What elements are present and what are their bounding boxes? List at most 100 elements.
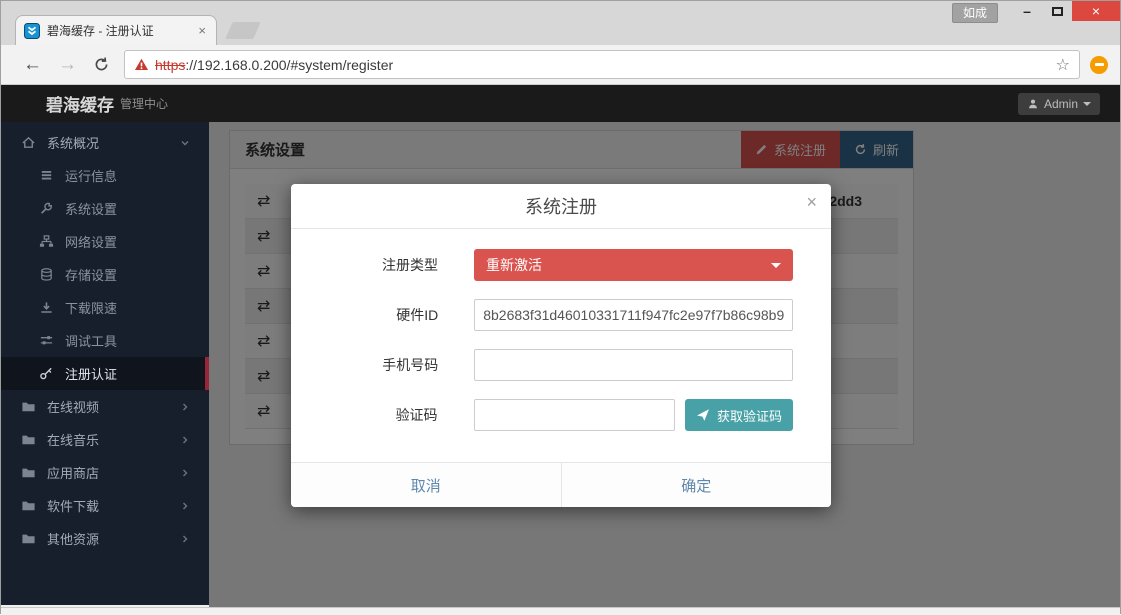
- caret-down-icon: [771, 263, 781, 268]
- sidebar-item-label: 软件下载: [47, 496, 99, 515]
- sidebar-item-label: 应用商店: [47, 463, 99, 482]
- favicon-download-icon: [24, 23, 40, 39]
- url-scheme-struck: https: [155, 57, 185, 73]
- confirm-button[interactable]: 确定: [562, 463, 832, 507]
- cancel-button[interactable]: 取消: [291, 463, 562, 507]
- captcha-row: 验证码 获取验证码: [329, 399, 793, 431]
- paper-plane-icon: [696, 408, 710, 422]
- adblock-extension-icon[interactable]: [1090, 56, 1108, 74]
- user-icon: [1027, 98, 1039, 110]
- bookmark-star-icon[interactable]: ☆: [1056, 55, 1070, 75]
- sidebar-item-system-settings[interactable]: 系统设置: [1, 192, 209, 225]
- database-icon: [39, 267, 55, 282]
- chevron-down-icon: [179, 137, 191, 149]
- close-window-button[interactable]: ×: [1072, 1, 1120, 21]
- web-page: 碧海缓存 管理中心 Admin 系统概况: [1, 85, 1120, 607]
- captcha-label: 验证码: [329, 405, 438, 425]
- sidebar-item-storage-settings[interactable]: 存储设置: [1, 258, 209, 291]
- sidebar-item-label: 在线音乐: [47, 430, 99, 449]
- sidebar-item-label: 在线视频: [47, 397, 99, 416]
- sitemap-icon: [39, 234, 55, 249]
- hardware-id-label: 硬件ID: [329, 305, 438, 325]
- chevron-right-icon: [179, 401, 191, 413]
- register-type-label: 注册类型: [329, 255, 438, 275]
- server-icon: [39, 168, 55, 183]
- folder-icon: [21, 465, 37, 480]
- sidebar-item-online-video[interactable]: 在线视频: [1, 390, 209, 423]
- modal-title: 系统注册: [525, 193, 597, 219]
- chevron-right-icon: [179, 500, 191, 512]
- admin-label: Admin: [1044, 97, 1078, 111]
- phone-row: 手机号码: [329, 349, 793, 381]
- minimize-button[interactable]: –: [1012, 1, 1042, 21]
- new-tab-button[interactable]: [225, 22, 261, 39]
- forward-button[interactable]: →: [50, 55, 85, 74]
- brand-subtitle: 管理中心: [120, 95, 168, 112]
- browser-tab[interactable]: 碧海缓存 - 注册认证 ×: [15, 15, 217, 45]
- sidebar-item-label: 系统设置: [65, 199, 117, 218]
- sidebar-item-label: 系统概况: [47, 133, 99, 152]
- sidebar-item-system-overview[interactable]: 系统概况: [1, 126, 209, 159]
- maximize-icon: [1052, 7, 1063, 16]
- brand-title: 碧海缓存: [46, 91, 114, 116]
- url-text: https://192.168.0.200/#system/register: [155, 57, 393, 73]
- chevron-right-icon: [179, 434, 191, 446]
- folder-icon: [21, 432, 37, 447]
- register-type-value: 重新激活: [486, 255, 542, 275]
- folder-icon: [21, 498, 37, 513]
- sidebar-item-label: 运行信息: [65, 166, 117, 185]
- browser-window: 碧海缓存 - 注册认证 × 如成 – × ← →: [0, 0, 1121, 614]
- titlebar: 碧海缓存 - 注册认证 × 如成 – ×: [1, 1, 1120, 45]
- home-icon: [21, 135, 37, 150]
- url-rest: ://192.168.0.200/#system/register: [185, 57, 393, 73]
- modal-footer: 取消 确定: [291, 462, 831, 507]
- reload-button[interactable]: [85, 56, 118, 73]
- phone-label: 手机号码: [329, 355, 438, 375]
- hardware-id-row: 硬件ID: [329, 299, 793, 331]
- folder-icon: [21, 531, 37, 546]
- sidebar-item-download-limit[interactable]: 下载限速: [1, 291, 209, 324]
- sidebar-item-online-music[interactable]: 在线音乐: [1, 423, 209, 456]
- wrench-icon: [39, 201, 55, 216]
- sidebar-item-label: 下载限速: [65, 298, 117, 317]
- chevron-right-icon: [179, 533, 191, 545]
- register-type-select[interactable]: 重新激活: [474, 249, 793, 281]
- url-bar[interactable]: https://192.168.0.200/#system/register ☆: [124, 50, 1080, 79]
- sidebar: 系统概况 运行信息 系统设置 网络设: [1, 122, 209, 605]
- captcha-input[interactable]: [474, 399, 675, 431]
- app-header: 碧海缓存 管理中心 Admin: [1, 85, 1120, 122]
- hardware-id-input[interactable]: [474, 299, 793, 331]
- key-icon: [39, 366, 55, 381]
- chrome-profile-button[interactable]: 如成: [952, 3, 998, 23]
- sidebar-item-label: 调试工具: [65, 331, 117, 350]
- sidebar-item-label: 注册认证: [65, 364, 117, 383]
- sidebar-item-network-settings[interactable]: 网络设置: [1, 225, 209, 258]
- tab-close-icon[interactable]: ×: [196, 23, 208, 38]
- sidebar-item-app-store[interactable]: 应用商店: [1, 456, 209, 489]
- get-captcha-label: 获取验证码: [717, 406, 782, 425]
- phone-input[interactable]: [474, 349, 793, 381]
- back-button[interactable]: ←: [15, 55, 50, 74]
- sidebar-item-label: 存储设置: [65, 265, 117, 284]
- get-captcha-button[interactable]: 获取验证码: [685, 399, 793, 431]
- download-icon: [39, 300, 55, 315]
- admin-user-menu[interactable]: Admin: [1018, 93, 1100, 115]
- sidebar-item-label: 网络设置: [65, 232, 117, 251]
- sidebar-item-software-download[interactable]: 软件下载: [1, 489, 209, 522]
- modal-header: 系统注册 ×: [291, 184, 831, 229]
- modal-body: 注册类型 重新激活 硬件ID 手机号码 验证码: [291, 229, 831, 462]
- sidebar-item-running-info[interactable]: 运行信息: [1, 159, 209, 192]
- sliders-icon: [39, 333, 55, 348]
- folder-icon: [21, 399, 37, 414]
- browser-toolbar: ← → https://192.168.0.200/#system/regist…: [1, 45, 1120, 85]
- sidebar-item-debug-tools[interactable]: 调试工具: [1, 324, 209, 357]
- register-type-row: 注册类型 重新激活: [329, 249, 793, 281]
- sidebar-item-register-auth[interactable]: 注册认证: [1, 357, 209, 390]
- maximize-button[interactable]: [1042, 1, 1072, 21]
- system-register-modal: 系统注册 × 注册类型 重新激活 硬件ID 手机号码: [291, 184, 831, 507]
- modal-close-icon[interactable]: ×: [806, 193, 817, 211]
- chevron-right-icon: [179, 467, 191, 479]
- sidebar-item-other-resources[interactable]: 其他资源: [1, 522, 209, 555]
- tab-title: 碧海缓存 - 注册认证: [47, 22, 189, 39]
- window-controls: 如成 – ×: [952, 1, 1120, 23]
